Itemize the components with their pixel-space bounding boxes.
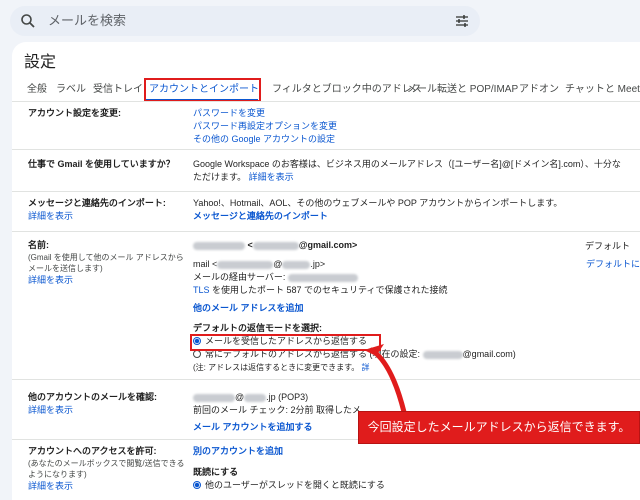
address-1-domain: @gmail.com> (298, 240, 358, 250)
address-2: mail < @ .jp> (193, 259, 326, 269)
name-label: 名前: (Gmail を使用して他のメール アドレスからメールを送信します) 詳… (28, 239, 190, 287)
reply-option-highlight-box (190, 334, 381, 351)
smtp-server: メールの経由サーバー: (193, 271, 516, 284)
mark-read-radio[interactable] (193, 481, 201, 489)
tls-link[interactable]: TLS (193, 285, 210, 295)
tls-line: TLS を使用したポート 587 でのセキュリティで保護された接続 (193, 284, 516, 297)
row-gmail-work: 仕事で Gmail を使用していますか？ Google Workspace のお… (12, 150, 640, 192)
import-messages-link[interactable]: メッセージと連絡先のインポート (193, 210, 562, 223)
recovery-options-link[interactable]: パスワード再設定オプションを変更 (193, 120, 337, 133)
row-send-mail-as: 名前: (Gmail を使用して他のメール アドレスからメールを送信します) 詳… (12, 232, 640, 380)
tab-filters[interactable]: フィルタとブロック中のアドレス (272, 80, 422, 95)
row-account-settings: アカウント設定を変更: パスワードを変更 パスワード再設定オプションを変更 その… (12, 102, 640, 150)
redacted-user-2 (217, 260, 274, 269)
add-mail-account-link[interactable]: メール アカウントを追加する (193, 421, 361, 434)
import-text: Yahoo!、Hotmail、AOL、その他のウェブメールや POP アカウント… (193, 198, 563, 208)
access-sub-text: (あなたのメールボックスで閲覧/送信できるようになります) (28, 459, 185, 479)
reply-radio-default[interactable] (193, 350, 201, 358)
tab-addons[interactable]: アドオン (519, 80, 559, 95)
tls-text: を使用したポート 587 でのセキュリティで保護された接続 (212, 285, 448, 295)
name-sub-text: (Gmail を使用して他のメール アドレスからメールを送信します) (28, 253, 184, 273)
annotation-callout: 今回設定したメールアドレスから返信できます。 (358, 411, 640, 444)
import-label-text: メッセージと連絡先のインポート: (28, 198, 166, 208)
tab-general[interactable]: 全般 (27, 80, 47, 95)
access-label: アカウントへのアクセスを許可: (あなたのメールボックスで閲覧/送信できるように… (28, 445, 190, 493)
tab-chat-meet[interactable]: チャットと Meet (565, 80, 640, 95)
row-import: メッセージと連絡先のインポート: 詳細を表示 Yahoo!、Hotmail、AO… (12, 192, 640, 232)
reply-note-link[interactable]: 詳 (362, 363, 370, 372)
make-default-link[interactable]: デフォルトに (586, 257, 640, 270)
gmail-work-text-2: ただけます。 (193, 172, 247, 182)
address-2-suffix: .jp> (310, 259, 326, 269)
google-account-settings-link[interactable]: その他の Google アカウントの設定 (193, 133, 337, 146)
gmail-work-label: 仕事で Gmail を使用していますか？ (28, 159, 175, 169)
search-input[interactable]: メールを検索 (48, 6, 126, 36)
redacted-current (422, 350, 463, 359)
name-label-text: 名前: (28, 240, 49, 250)
default-badge: デフォルト (585, 241, 631, 251)
mark-read-option[interactable]: 他のユーザーがスレッドを開くと既読にする (193, 479, 385, 492)
name-detail-link[interactable]: 詳細を表示 (28, 274, 190, 287)
reply-note-text: (注: アドレスは返信するときに変更できます。 (193, 363, 360, 372)
last-check: 前回のメール チェック: 2分前 取得したメ (193, 405, 362, 415)
search-options-icon[interactable] (454, 13, 470, 29)
reply-note: (注: アドレスは返信するときに変更できます。 詳 (193, 361, 516, 374)
search-bar[interactable]: メールを検索 (10, 6, 480, 36)
account-settings-label: アカウント設定を変更: (28, 108, 121, 118)
address-2-prefix: mail < (193, 259, 218, 269)
current-setting-suffix: @gmail.com) (462, 349, 516, 359)
address-1: < @gmail.com> (193, 239, 516, 252)
gmail-work-detail-link[interactable]: 詳細を表示 (249, 172, 294, 182)
redacted-pop-user (193, 393, 235, 402)
change-password-link[interactable]: パスワードを変更 (193, 107, 337, 120)
settings-tabs: 全般 ラベル 受信トレイ アカウントとインポート フィルタとブロック中のアドレス… (12, 72, 640, 102)
tab-inbox[interactable]: 受信トレイ (93, 80, 143, 95)
check-mail-detail-link[interactable]: 詳細を表示 (28, 404, 190, 417)
redacted-server (287, 273, 358, 282)
settings-panel: 設定 全般 ラベル 受信トレイ アカウントとインポート フィルタとブロック中のア… (12, 42, 640, 500)
redacted-domain (282, 260, 311, 269)
search-icon[interactable] (20, 13, 36, 29)
tab-highlight-box (144, 78, 261, 101)
check-mail-label-text: 他のアカウントのメールを確認: (28, 392, 157, 402)
access-detail-link[interactable]: 詳細を表示 (28, 480, 190, 493)
access-label-text: アカウントへのアクセスを許可: (28, 446, 157, 456)
pop-account: @ .jp (POP3) (193, 391, 361, 404)
page-title: 設定 (24, 54, 57, 71)
import-label: メッセージと連絡先のインポート: 詳細を表示 (28, 197, 190, 223)
gmail-work-text: Google Workspace のお客様は、ビジネス用のメールアドレス（[ユー… (193, 159, 621, 169)
mark-read-option-label: 他のユーザーがスレッドを開くと既読にする (205, 480, 385, 490)
import-detail-link[interactable]: 詳細を表示 (28, 210, 190, 223)
redacted-name (193, 241, 245, 250)
redacted-pop-domain (244, 393, 267, 402)
check-mail-label: 他のアカウントのメールを確認: 詳細を表示 (28, 391, 190, 417)
tab-forwarding[interactable]: メール転送と POP/IMAP (407, 80, 518, 95)
add-address-link[interactable]: 他のメール アドレスを追加 (193, 302, 516, 315)
tab-labels[interactable]: ラベル (56, 80, 86, 95)
row-grant-access: アカウントへのアクセスを許可: (あなたのメールボックスで閲覧/送信できるように… (12, 440, 640, 500)
smtp-label: メールの経由サーバー: (193, 272, 286, 282)
mark-read-label: 既読にする (193, 467, 239, 477)
redacted-user (252, 241, 299, 250)
add-another-account-link[interactable]: 別のアカウントを追加 (193, 445, 385, 458)
pop-account-suffix: .jp (POP3) (266, 392, 309, 402)
